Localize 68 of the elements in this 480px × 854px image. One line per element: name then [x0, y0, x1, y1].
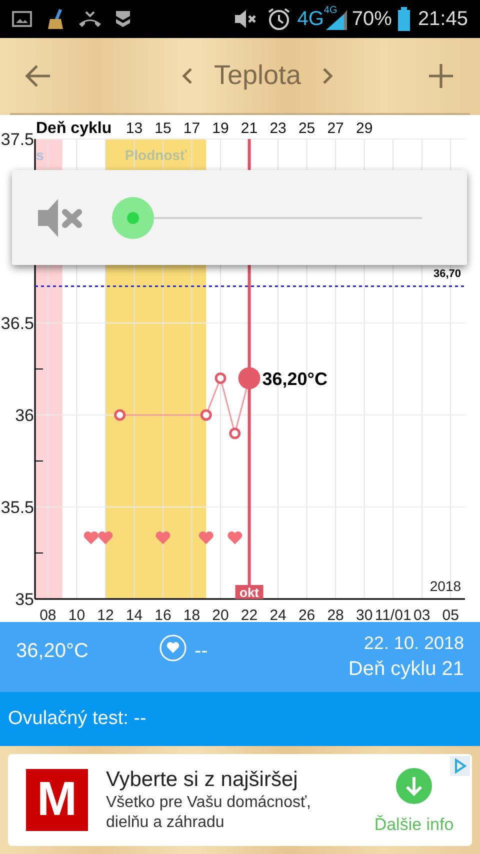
clock: 21:45 — [418, 7, 468, 32]
heart-icon — [84, 532, 98, 544]
ref-line-label: okt — [240, 585, 260, 600]
x-tick-label: 10 — [68, 607, 86, 622]
month-badge: okt — [235, 585, 264, 600]
data-point[interactable] — [214, 372, 226, 384]
x-tick-label: 24 — [270, 607, 286, 622]
add-button[interactable] — [428, 62, 454, 88]
x-tick-label: 22 — [240, 607, 258, 622]
data-point[interactable] — [114, 409, 126, 421]
chevron-stack-icon — [114, 9, 132, 29]
x-tick-label: 16 — [154, 607, 172, 622]
cycle-day-label: 21 — [240, 120, 258, 137]
date-label: 22. 10. 2018 — [364, 632, 464, 654]
battery-percent: 70% — [352, 7, 392, 32]
heart-icon — [228, 532, 242, 544]
data-point[interactable] — [200, 409, 212, 421]
cycle-day-label: 19 — [212, 120, 229, 137]
cycle-day-label: 15 — [154, 120, 172, 137]
x-tick-label: 30 — [356, 607, 373, 622]
y-tick-label: 35.5 — [0, 498, 34, 517]
cycle-day-label: 13 — [126, 120, 143, 137]
data-point[interactable] — [229, 428, 241, 440]
slider-thumb[interactable] — [112, 196, 154, 238]
ovulation-test-label: Ovulačný test: -- — [8, 706, 146, 731]
cycle-day-label: 29 — [356, 120, 373, 137]
network-label: 4G — [297, 7, 324, 32]
ad-title: Vyberte si z najširšej — [106, 767, 299, 793]
year-label: 2018 — [430, 578, 461, 594]
heart-icon — [98, 532, 113, 544]
axis-title: Deň cyklu — [36, 120, 112, 137]
logo: M — [26, 769, 88, 831]
intercourse-value: -- — [194, 639, 208, 664]
download-icon — [396, 768, 432, 804]
cycle-day-label: 25 — [298, 120, 316, 137]
battery-icon — [398, 7, 410, 31]
y-tick-label: 36 — [15, 406, 34, 425]
x-tick-label: 12 — [97, 607, 114, 622]
y-tick-label: 36.5 — [0, 314, 34, 333]
cycle-day-label: 27 — [327, 120, 344, 137]
y-tick-label: 35 — [15, 590, 34, 609]
reference-label: 36,70 — [433, 268, 461, 280]
cycle-day-label: Deň cyklu 21 — [348, 657, 464, 682]
x-tick-label: 03 — [414, 607, 430, 622]
cycle-day-label: 17 — [183, 120, 200, 137]
ad-choices-icon[interactable] — [450, 756, 470, 776]
image-icon — [12, 10, 32, 28]
cycle-day-label: 23 — [270, 120, 286, 137]
ad-description: Všetko pre Vašu domácnosť, dielňu a záhradu — [106, 793, 312, 833]
value-label: 36,20°C — [262, 369, 328, 390]
missed-call-icon — [78, 9, 102, 29]
x-tick-label: 11/01 — [374, 607, 412, 622]
current-point[interactable] — [238, 367, 260, 390]
band-label: s — [36, 147, 44, 163]
x-tick-label: 28 — [327, 607, 344, 622]
heart-icon — [198, 532, 214, 544]
x-tick-label: 20 — [212, 607, 229, 622]
x-tick-label: 14 — [126, 607, 143, 622]
ad-card[interactable]: M Vyberte si z najširšej Všetko pre Vašu domácnosť, dielňu a záhradu Ďalšie info — [8, 754, 472, 846]
x-tick-label: 26 — [298, 607, 316, 622]
alarm-icon — [267, 7, 292, 31]
x-tick-label: 18 — [183, 607, 200, 622]
y-tick-label: 37.5 — [0, 130, 34, 149]
temperature-value: 36,20°C — [16, 639, 88, 664]
page-title: Teplota — [214, 59, 302, 92]
heart-icon — [156, 532, 170, 544]
x-tick-label: 08 — [40, 607, 56, 622]
x-tick-label: 05 — [442, 607, 459, 622]
